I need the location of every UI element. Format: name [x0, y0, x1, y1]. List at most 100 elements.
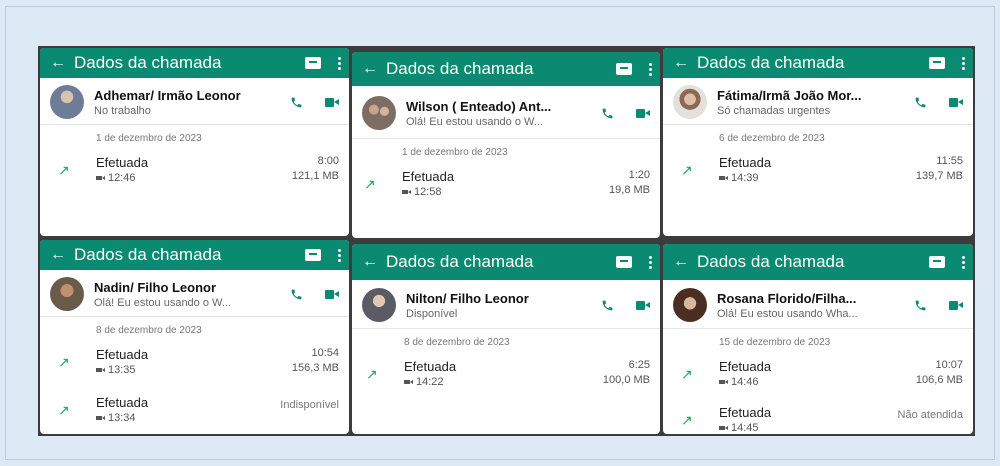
call-type: Efetuada	[719, 155, 772, 170]
back-arrow-icon[interactable]: ←	[50, 54, 74, 72]
outgoing-call-arrow-icon: ↗	[681, 162, 693, 178]
call-data-size: 106,6 MB	[915, 374, 963, 386]
back-arrow-icon[interactable]: ←	[673, 253, 697, 271]
back-arrow-icon[interactable]: ←	[50, 246, 74, 264]
outgoing-call-arrow-icon: ↗	[681, 366, 693, 382]
message-icon[interactable]	[929, 256, 945, 268]
video-call-icon[interactable]	[949, 97, 963, 107]
contact-row[interactable]: Adhemar/ Irmão Leonor No trabalho	[40, 78, 349, 124]
message-icon[interactable]	[305, 57, 321, 69]
call-entry: ↗ Efetuada 13:34 Indisponível	[40, 391, 349, 434]
back-arrow-icon[interactable]: ←	[673, 54, 697, 72]
call-type: Efetuada	[96, 347, 149, 362]
call-date: 6 de dezembro de 2023	[719, 133, 825, 144]
avatar	[362, 288, 396, 322]
header-title: Dados da chamada	[697, 53, 845, 72]
call-entry: ↗ Efetuada 12:58 1:20 19,8 MB	[352, 165, 660, 211]
phone-icon[interactable]	[290, 288, 303, 301]
contact-status: No trabalho	[94, 104, 151, 117]
call-duration: 10:54	[311, 347, 339, 359]
call-entry: ↗ Efetuada 12:46 8:00 121,1 MB	[40, 151, 349, 197]
video-call-icon[interactable]	[325, 97, 339, 107]
outgoing-call-arrow-icon: ↗	[366, 366, 378, 382]
back-arrow-icon[interactable]: ←	[362, 60, 386, 78]
video-call-icon[interactable]	[636, 300, 650, 310]
contact-row[interactable]: Rosana Florido/Filha... Olá! Eu estou us…	[663, 280, 973, 328]
header-title: Dados da chamada	[74, 245, 222, 264]
app-header: ← Dados da chamada	[40, 240, 349, 270]
call-type: Efetuada	[404, 359, 457, 374]
outgoing-call-arrow-icon: ↗	[364, 176, 376, 192]
outgoing-call-arrow-icon: ↗	[681, 412, 693, 428]
call-time: 14:39	[731, 172, 759, 184]
call-duration: 6:25	[628, 359, 650, 371]
message-icon[interactable]	[616, 256, 632, 268]
kebab-menu-icon[interactable]	[961, 255, 965, 269]
call-details-panel: ← Dados da chamada Adhemar/ Irmão Leonor…	[40, 48, 349, 236]
contact-row[interactable]: Nadin/ Filho Leonor Olá! Eu estou usando…	[40, 270, 349, 316]
contact-status: Olá! Eu estou usando Wha...	[717, 307, 858, 320]
call-time: 14:45	[731, 422, 759, 434]
call-entry: ↗ Efetuada 14:45 Não atendida	[663, 401, 973, 434]
avatar	[362, 96, 396, 130]
video-call-icon[interactable]	[636, 108, 650, 118]
kebab-menu-icon[interactable]	[961, 56, 965, 70]
app-header: ← Dados da chamada	[663, 244, 973, 280]
contact-status: Só chamadas urgentes	[717, 104, 831, 117]
video-camera-small-icon	[719, 426, 728, 430]
message-icon[interactable]	[929, 57, 945, 69]
contact-row[interactable]: Nilton/ Filho Leonor Disponível	[352, 280, 660, 328]
call-entry: ↗ Efetuada 13:35 10:54 156,3 MB	[40, 343, 349, 391]
call-duration: Indisponível	[280, 399, 339, 411]
app-header: ← Dados da chamada	[352, 244, 660, 280]
call-duration: 10:07	[935, 359, 963, 371]
contact-status: Olá! Eu estou usando o W...	[94, 296, 231, 309]
phone-icon[interactable]	[914, 96, 927, 109]
call-entry: ↗ Efetuada 14:22 6:25 100,0 MB	[352, 355, 660, 401]
contact-row[interactable]: Wilson ( Enteado) Ant... Olá! Eu estou u…	[352, 86, 660, 138]
call-data-size: 156,3 MB	[291, 362, 339, 374]
screenshot-collage: ← Dados da chamada Adhemar/ Irmão Leonor…	[38, 46, 975, 436]
message-icon[interactable]	[616, 63, 632, 75]
avatar	[673, 85, 707, 119]
call-time: 12:58	[414, 186, 442, 198]
call-time: 14:46	[731, 376, 759, 388]
call-data-size: 139,7 MB	[915, 170, 963, 182]
call-entry: ↗ Efetuada 14:39 11:55 139,7 MB	[663, 151, 973, 197]
avatar	[673, 288, 707, 322]
call-details-panel: ← Dados da chamada Nilton/ Filho Leonor …	[352, 244, 660, 434]
avatar	[50, 85, 84, 119]
kebab-menu-icon[interactable]	[648, 255, 652, 269]
kebab-menu-icon[interactable]	[337, 56, 341, 70]
video-call-icon[interactable]	[949, 300, 963, 310]
kebab-menu-icon[interactable]	[337, 248, 341, 262]
contact-name: Wilson ( Enteado) Ant...	[406, 98, 552, 114]
header-title: Dados da chamada	[697, 252, 845, 271]
back-arrow-icon[interactable]: ←	[362, 253, 386, 271]
phone-icon[interactable]	[601, 299, 614, 312]
call-date: 15 de dezembro de 2023	[719, 337, 831, 348]
contact-name: Nilton/ Filho Leonor	[406, 290, 529, 306]
app-header: ← Dados da chamada	[40, 48, 349, 78]
phone-icon[interactable]	[290, 96, 303, 109]
header-title: Dados da chamada	[74, 53, 222, 72]
message-icon[interactable]	[305, 249, 321, 261]
call-type: Efetuada	[96, 155, 149, 170]
call-type: Efetuada	[402, 169, 455, 184]
outgoing-call-arrow-icon: ↗	[58, 354, 70, 370]
call-date: 1 de dezembro de 2023	[402, 147, 508, 158]
video-camera-small-icon	[719, 176, 728, 180]
video-call-icon[interactable]	[325, 289, 339, 299]
contact-status: Olá! Eu estou usando o W...	[406, 115, 543, 128]
header-title: Dados da chamada	[386, 59, 534, 78]
contact-name: Nadin/ Filho Leonor	[94, 279, 217, 295]
call-duration: 11:55	[936, 155, 963, 167]
phone-icon[interactable]	[914, 299, 927, 312]
call-date: 1 de dezembro de 2023	[96, 133, 202, 144]
kebab-menu-icon[interactable]	[648, 62, 652, 76]
phone-icon[interactable]	[601, 107, 614, 120]
call-time: 14:22	[416, 376, 444, 388]
contact-row[interactable]: Fátima/Irmã João Mor... Só chamadas urge…	[663, 78, 973, 124]
outgoing-call-arrow-icon: ↗	[58, 402, 70, 418]
call-type: Efetuada	[96, 395, 149, 410]
